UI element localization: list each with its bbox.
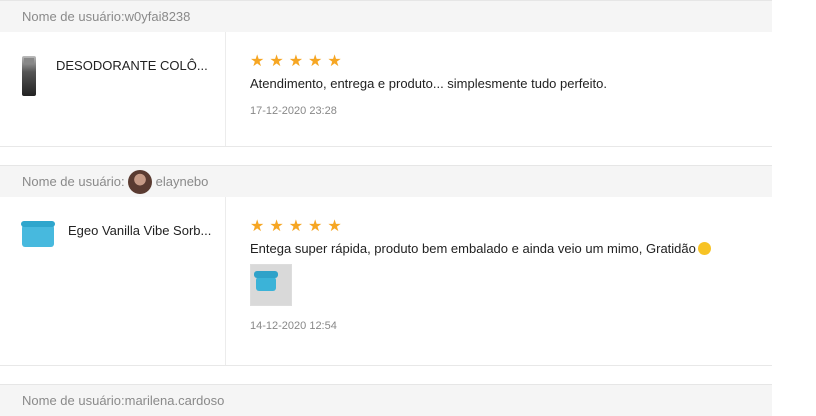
jar-thumbnail[interactable] xyxy=(21,221,55,247)
username-label: Nome de usuário: xyxy=(22,9,125,24)
review-user-bar: Nome de usuário: elaynebo xyxy=(0,165,772,197)
review-date: 17-12-2020 23:28 xyxy=(250,105,337,117)
username: w0yfai8238 xyxy=(124,9,191,24)
star-icon: ★ xyxy=(308,53,323,70)
review-comment-text: Entega super rápida, produto bem embalad… xyxy=(250,241,696,256)
product-name[interactable]: Egeo Vanilla Vibe Sorb... xyxy=(68,223,211,238)
product-cell[interactable]: Egeo Vanilla Vibe Sorb... xyxy=(0,197,226,365)
username: elaynebo xyxy=(155,174,209,189)
reviews-list: Nome de usuário: w0yfai8238 DESODORANTE … xyxy=(0,0,772,416)
product-cell[interactable]: DESODORANTE COLÔ... xyxy=(0,32,226,146)
star-icon: ★ xyxy=(327,218,342,235)
deodorant-thumbnail[interactable] xyxy=(22,56,36,96)
review-comment: Entega super rápida, produto bem embalad… xyxy=(250,241,772,256)
smile-emoji-icon xyxy=(697,242,711,255)
star-icon: ★ xyxy=(308,218,323,235)
star-icon: ★ xyxy=(250,53,265,70)
avatar xyxy=(127,169,152,194)
star-rating: ★ ★ ★ ★ ★ xyxy=(250,219,772,235)
review-user-bar: Nome de usuário: marilena.cardoso xyxy=(0,384,772,416)
star-icon: ★ xyxy=(269,218,284,235)
review-card: Egeo Vanilla Vibe Sorb... ★ ★ ★ ★ ★ Ente… xyxy=(0,197,772,366)
review-photo[interactable] xyxy=(250,264,292,306)
product-name[interactable]: DESODORANTE COLÔ... xyxy=(56,58,208,73)
star-icon: ★ xyxy=(327,53,342,70)
star-icon: ★ xyxy=(250,218,265,235)
review-date: 14-12-2020 12:54 xyxy=(250,320,337,332)
username: marilena.cardoso xyxy=(124,393,225,408)
username-label: Nome de usuário: xyxy=(22,393,125,408)
review-content: ★ ★ ★ ★ ★ Atendimento, entrega e produto… xyxy=(226,32,772,146)
star-icon: ★ xyxy=(288,218,304,235)
review-content: ★ ★ ★ ★ ★ Entega super rápida, produto b… xyxy=(226,197,772,365)
star-icon: ★ xyxy=(288,53,304,70)
review-comment: Atendimento, entrega e produto... simple… xyxy=(250,76,607,91)
review-card: DESODORANTE COLÔ... ★ ★ ★ ★ ★ Atendiment… xyxy=(0,32,772,147)
username-label: Nome de usuário: xyxy=(22,174,125,189)
review-user-bar: Nome de usuário: w0yfai8238 xyxy=(0,0,772,32)
star-icon: ★ xyxy=(269,53,284,70)
star-rating: ★ ★ ★ ★ ★ xyxy=(250,54,772,70)
